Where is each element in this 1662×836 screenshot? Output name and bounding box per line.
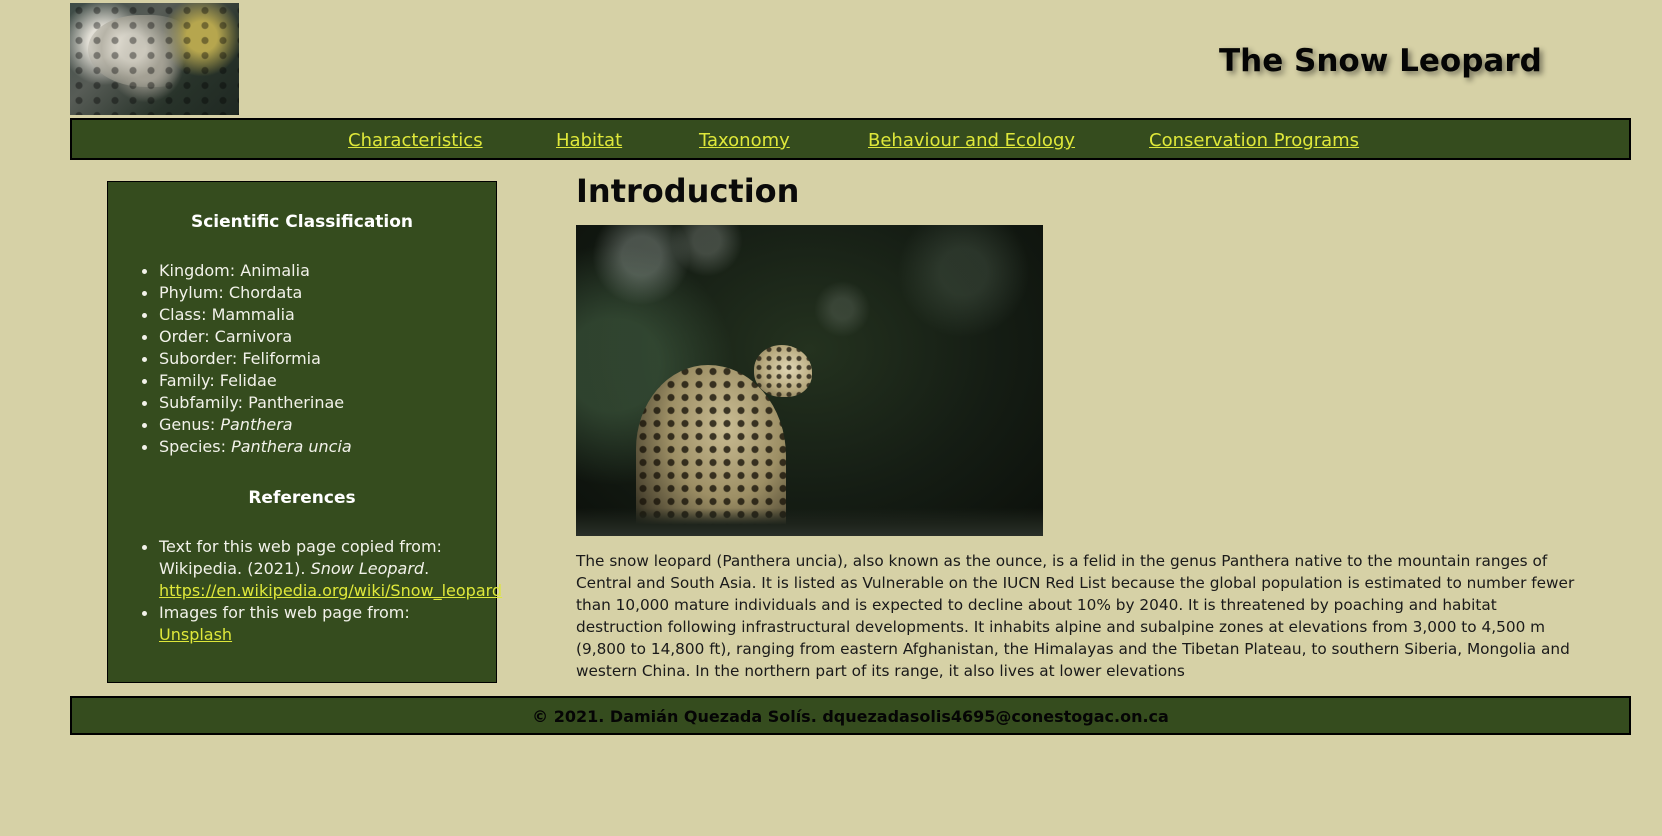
classification-item-kingdom: Kingdom: Animalia xyxy=(142,260,479,282)
classification-item-subfamily: Subfamily: Pantherinae xyxy=(142,392,479,414)
nav-link-behaviour-and-ecology[interactable]: Behaviour and Ecology xyxy=(868,130,1075,151)
page-footer: © 2021. Damián Quezada Solís. dquezadaso… xyxy=(70,696,1631,735)
reference-item-text-source: Text for this web page copied from: Wiki… xyxy=(142,537,503,600)
classification-heading: Scientific Classification xyxy=(190,212,414,232)
site-title: The Snow Leopard xyxy=(1219,43,1542,79)
hero-ground xyxy=(576,508,1043,536)
footer-copyright: © 2021. Damián Quezada Solís. dquezadaso… xyxy=(532,707,1169,726)
introduction-paragraph: The snow leopard (Panthera uncia), also … xyxy=(576,552,1575,680)
nav-link-conservation-programs[interactable]: Conservation Programs xyxy=(1149,130,1359,151)
classification-item-genus: Genus: Panthera xyxy=(142,414,479,436)
reference-item-image-source: Images for this web page from: Unsplash xyxy=(142,602,479,646)
nav-link-habitat[interactable]: Habitat xyxy=(556,130,622,151)
sidebar-panel: Scientific Classification Kingdom: Anima… xyxy=(107,181,503,683)
classification-item-phylum: Phylum: Chordata xyxy=(142,282,479,304)
classification-item-family: Family: Felidae xyxy=(142,370,479,392)
classification-item-suborder: Suborder: Feliformia xyxy=(142,348,479,370)
header-logo-image xyxy=(70,3,239,115)
references-heading: References xyxy=(248,488,356,508)
introduction-heading: Introduction xyxy=(576,172,800,210)
classification-item-class: Class: Mammalia xyxy=(142,304,479,326)
logo-leopard-spots xyxy=(70,3,239,115)
references-list: Text for this web page copied from: Wiki… xyxy=(142,536,503,646)
classification-item-species: Species: Panthera uncia xyxy=(142,436,479,458)
classification-list: Kingdom: Animalia Phylum: Chordata Class… xyxy=(142,260,479,458)
unsplash-link[interactable]: Unsplash xyxy=(159,625,232,644)
classification-item-order: Order: Carnivora xyxy=(142,326,479,348)
nav-link-characteristics[interactable]: Characteristics xyxy=(348,130,483,151)
wikipedia-link[interactable]: https://en.wikipedia.org/wiki/Snow_leopa… xyxy=(159,581,502,600)
hero-leopard-head xyxy=(754,345,812,397)
nav-link-taxonomy[interactable]: Taxonomy xyxy=(699,130,790,151)
main-nav: Characteristics Habitat Taxonomy Behavio… xyxy=(70,118,1631,160)
snow-leopard-hero-image xyxy=(576,225,1043,536)
